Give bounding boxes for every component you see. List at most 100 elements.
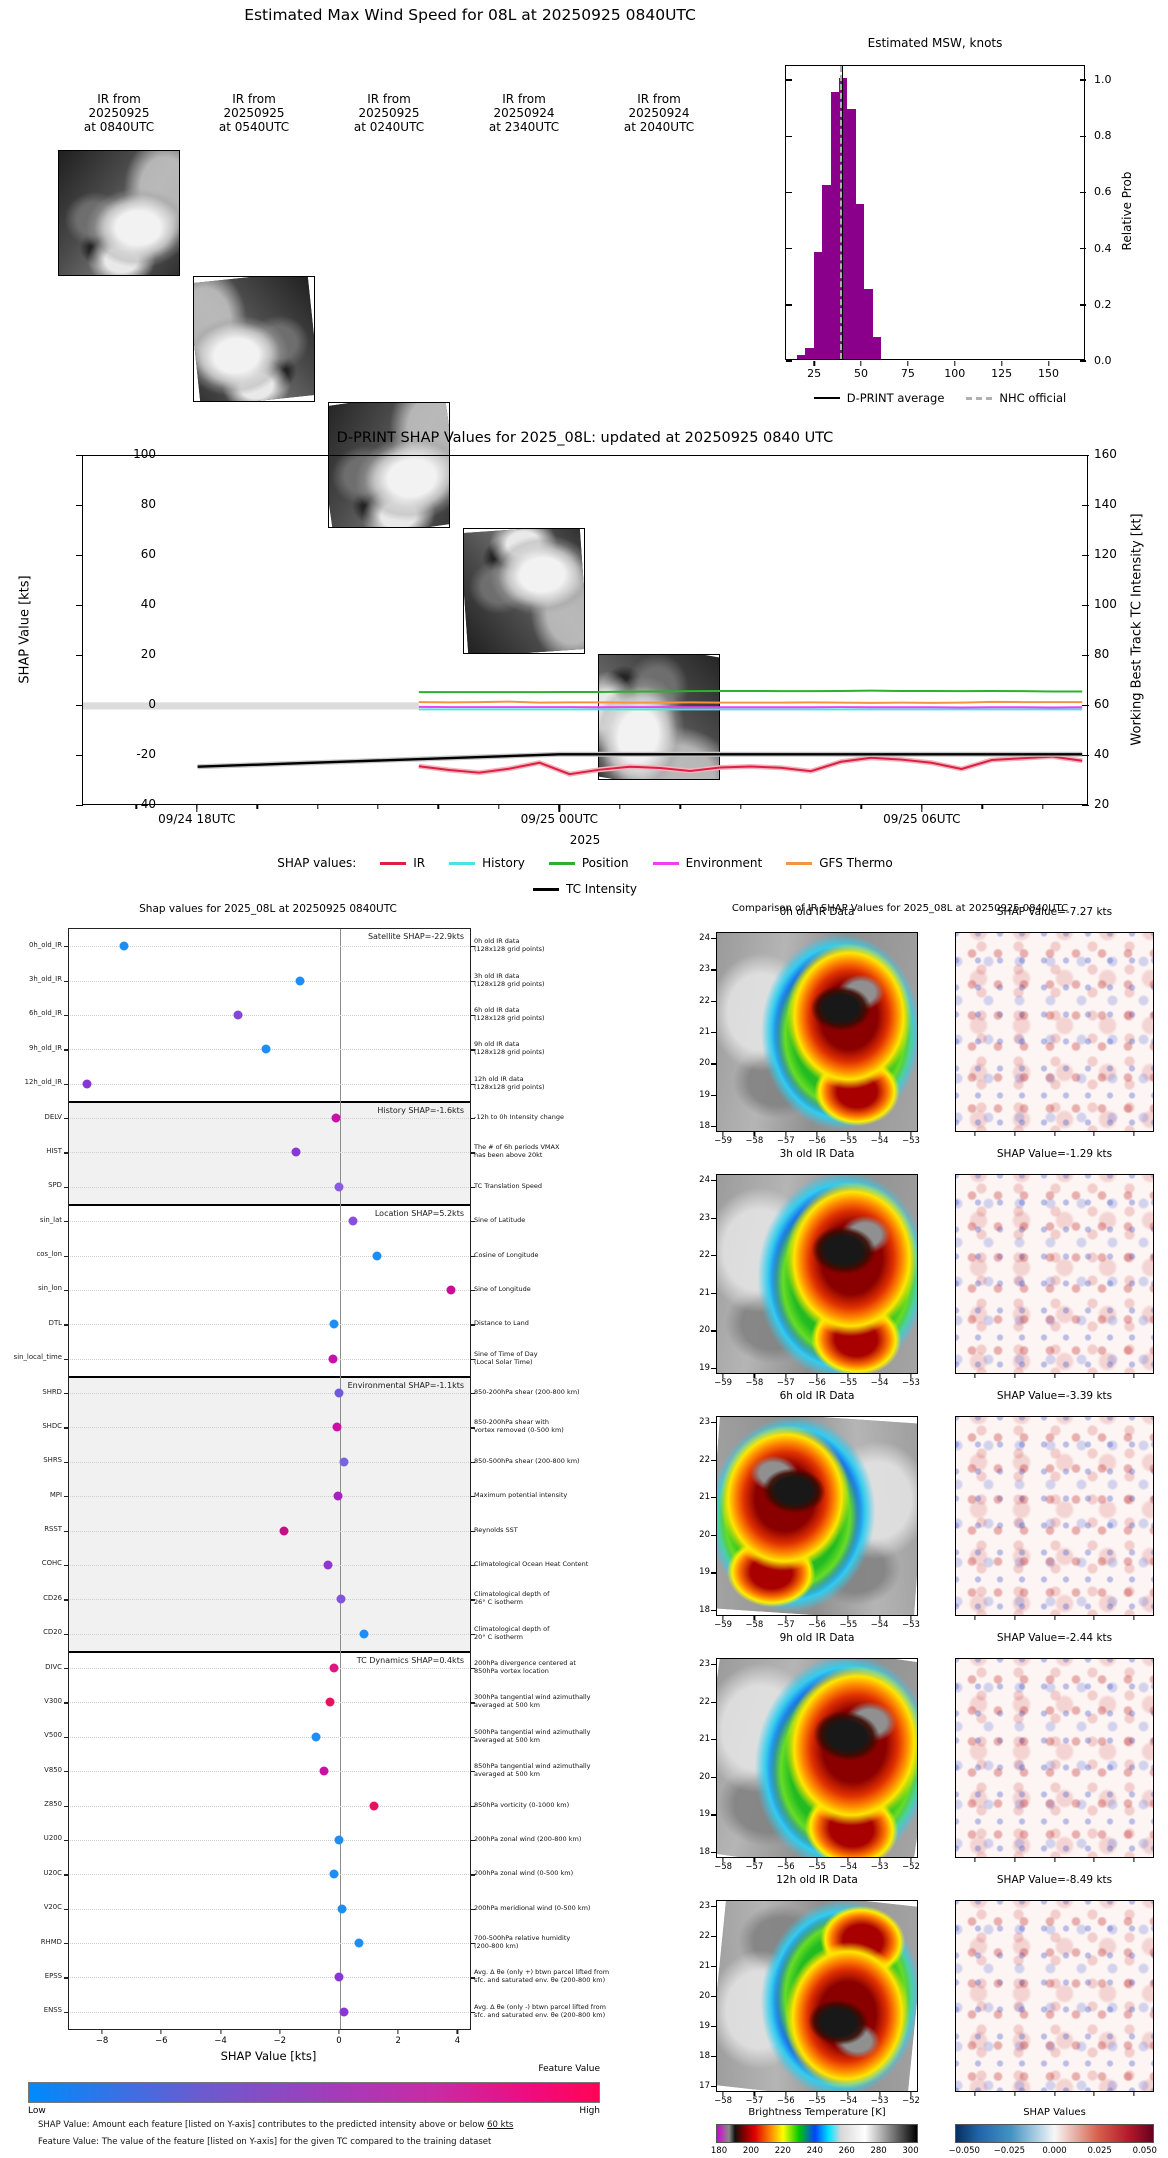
tick (711, 1292, 716, 1294)
tick (974, 1616, 976, 1620)
shap-dot (337, 1904, 347, 1914)
ts-ytick-right: 20 (1094, 797, 1110, 811)
comp-ytick-label: 23 (699, 1212, 710, 1223)
shap-map-panel (955, 932, 1154, 1132)
comp-ytick-label: 24 (699, 1175, 710, 1185)
shap-panel-title: SHAP Value=-1.29 kts (996, 1148, 1113, 1160)
tick (1053, 2092, 1056, 2096)
tick (739, 805, 742, 809)
tick (711, 1664, 716, 1666)
comp-xtick-label: −52 (901, 1862, 920, 1872)
tick (974, 1132, 976, 1136)
bt-colorbar-title: Brightness Temperature [K] (748, 2107, 886, 2118)
tick (679, 805, 681, 809)
tick (711, 2056, 716, 2058)
tick (76, 755, 83, 757)
comp-xtick-label: −56 (808, 1378, 826, 1388)
row-gridline (70, 946, 469, 948)
shap-dot (334, 1972, 344, 1982)
ts-ytick-left: 60 (140, 547, 156, 561)
tick (711, 1965, 716, 1968)
ir-color-art (717, 1901, 917, 2091)
tick (498, 805, 500, 809)
shap-dot (334, 1388, 343, 1398)
zero-line (339, 929, 342, 2029)
tick (711, 1905, 716, 1907)
ir-panel-title: 0h old IR Data (779, 906, 855, 918)
shap-cb-tick-label: 0.000 (1042, 2146, 1067, 2156)
tick (711, 1852, 716, 1854)
comp-ytick-label: 23 (699, 1417, 710, 1427)
tick (1082, 705, 1089, 707)
tick (711, 1572, 716, 1574)
tick (1133, 1858, 1135, 1862)
shap-panel-title: SHAP Value=-2.44 kts (996, 1632, 1113, 1644)
bt-cb-tick-label: 280 (870, 2146, 887, 2156)
tick (256, 805, 258, 809)
ts-ytick-left: -40 (136, 797, 156, 811)
tick (800, 805, 802, 809)
tick (711, 1180, 716, 1182)
comp-xtick-label: −57 (776, 1620, 795, 1630)
shap-speckle-art (956, 933, 1153, 1131)
tick (711, 1497, 716, 1499)
comp-xtick-label: −58 (745, 1378, 764, 1388)
shap-dot (332, 1422, 342, 1432)
ir-color-art (717, 1175, 917, 1373)
comp-ytick-label: 24 (699, 933, 710, 943)
shap-cb-tick-label: −0.025 (993, 2146, 1026, 2156)
tick (711, 2086, 716, 2088)
page: { "top": { "title": "Estimated Max Wind … (0, 0, 1168, 2158)
bt-cb-tick-label: 220 (774, 2146, 791, 2156)
tick (974, 2092, 976, 2096)
ir-color-art (717, 1659, 917, 1857)
tick (711, 2026, 716, 2028)
comp-xtick-label: −55 (808, 2096, 826, 2106)
ir-panel-title: 9h old IR Data (779, 1632, 855, 1644)
tick (1082, 655, 1089, 657)
tick (76, 655, 83, 657)
tick (135, 805, 138, 809)
row-gridline (70, 1908, 469, 1910)
shap-dot (329, 1319, 339, 1329)
bt-cb-tick-label: 180 (710, 2146, 728, 2156)
row-gridline (70, 1599, 469, 1601)
bt-cb-tick-label: 300 (902, 2146, 919, 2156)
tick (619, 805, 621, 809)
ts-ytick-left: 100 (133, 447, 156, 461)
tick (711, 1459, 716, 1461)
shap-dot (339, 2007, 349, 2017)
comp-xtick-label: −58 (745, 1136, 764, 1146)
shap-speckle-art (956, 1175, 1153, 1373)
comp-xtick-label: −55 (839, 1136, 858, 1146)
row-gridline (70, 1221, 469, 1223)
comp-ytick-label: 22 (699, 1696, 710, 1707)
shap-dot (311, 1732, 321, 1742)
shap-map-panel (955, 1416, 1154, 1616)
row-gridline (70, 1633, 469, 1635)
comparison-rows: 0h old IR Data SHAP Value=-7.27 kts 24 23 22… (0, 0, 1168, 2158)
tick (921, 805, 923, 812)
tick (1133, 1374, 1135, 1378)
tick (711, 1368, 716, 1370)
tick (1093, 1616, 1095, 1620)
row-gridline (70, 2011, 469, 2013)
shap-panel-title: SHAP Value=-7.27 kts (996, 906, 1113, 918)
tick (1082, 605, 1089, 607)
tick (196, 805, 198, 812)
comp-ytick-label: 21 (699, 1492, 710, 1503)
shap-colorbar-ticks: −0.050 −0.025 0.000 0.025 0.050 (947, 2146, 1162, 2158)
tick (711, 938, 716, 940)
shap-dot (328, 1354, 338, 1364)
row-gridline (70, 1324, 469, 1326)
row-gridline (70, 1083, 469, 1085)
shap-dot (291, 1147, 301, 1157)
shap-dot (261, 1044, 271, 1054)
comp-xtick-label: −54 (870, 1620, 889, 1630)
row-gridline (70, 1118, 469, 1120)
tick (711, 1814, 716, 1816)
shap-colorbar-title: SHAP Values (1023, 2107, 1086, 2118)
shap-map-panel (955, 1900, 1154, 2092)
comp-xtick-label: −55 (839, 1620, 858, 1630)
shap-dot (336, 1594, 346, 1604)
